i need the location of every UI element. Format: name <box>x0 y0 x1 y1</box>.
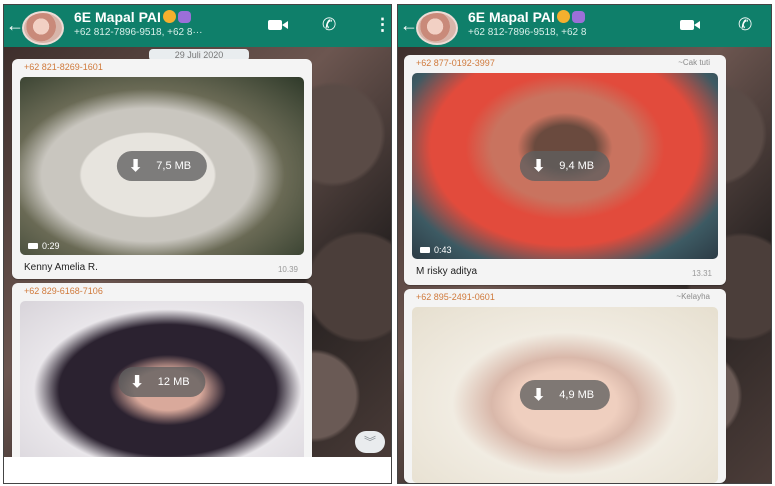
participants-list: +62 812-7896-9518, +62 8··· <box>74 27 203 38</box>
phone-icon[interactable]: ✆ <box>738 15 752 35</box>
kebab-menu-icon[interactable]: ⋮ <box>374 15 391 35</box>
chat-header: ← 6E Mapal PAI +62 812-7896-9518, +62 8·… <box>4 5 391 47</box>
purple-heart-emoji-icon <box>571 11 585 23</box>
chat-header: ← 6E Mapal PAI +62 812-7896-9518, +62 8 … <box>398 5 771 47</box>
chat-title[interactable]: 6E Mapal PAI +62 812-7896-9518, +62 8 <box>468 9 586 39</box>
video-thumbnail[interactable]: ⬇ 9,4 MB 0:43 <box>412 73 718 259</box>
phone-icon[interactable]: ✆ <box>322 15 336 35</box>
file-size: 12 MB <box>157 376 190 388</box>
bottom-strip <box>4 457 391 483</box>
smiley-emoji-icon <box>162 10 176 23</box>
purple-heart-emoji-icon <box>177 11 191 23</box>
chat-screenshot-left: ← 6E Mapal PAI +62 812-7896-9518, +62 8·… <box>3 4 392 484</box>
chat-title[interactable]: 6E Mapal PAI +62 812-7896-9518, +62 8··· <box>74 9 202 39</box>
message-time: 13.31 <box>691 269 712 278</box>
group-name: 6E Mapal PAI <box>468 9 555 25</box>
download-button[interactable]: ⬇ 4,9 MB <box>519 380 611 410</box>
video-duration: 0:29 <box>28 241 60 251</box>
video-message: +62 877-0192-3997 ~Cak tuti ⬇ 9,4 MB 0:4… <box>404 55 726 285</box>
sender-phone: +62 877-0192-3997 <box>416 58 495 68</box>
video-thumbnail[interactable]: ⬇ 12 MB <box>20 301 304 463</box>
message-caption: M risky aditya <box>416 266 478 277</box>
sender-name: ~Cak tuti <box>678 58 710 67</box>
download-button[interactable]: ⬇ 7,5 MB <box>116 151 208 181</box>
smiley-emoji-icon <box>556 10 570 23</box>
chevron-double-down-icon[interactable]: ︾ <box>355 431 385 453</box>
video-duration: 0:43 <box>420 245 452 255</box>
download-button[interactable]: ⬇ 9,4 MB <box>519 151 611 181</box>
video-thumbnail[interactable]: ⬇ 7,5 MB 0:29 <box>20 77 304 255</box>
chat-screenshot-right: ← 6E Mapal PAI +62 812-7896-9518, +62 8 … <box>397 4 772 484</box>
download-arrow-icon: ⬇ <box>531 158 546 175</box>
message-caption: Kenny Amelia R. <box>24 262 98 273</box>
video-message: +62 829-6168-7106 ⬇ 12 MB <box>12 283 312 463</box>
video-message: +62 895-2491-0601 ~Kelayha ⬇ 4,9 MB <box>404 289 726 483</box>
download-arrow-icon: ⬇ <box>130 374 144 391</box>
sender-phone: +62 829-6168-7106 <box>24 286 103 296</box>
video-thumbnail[interactable]: ⬇ 4,9 MB <box>412 307 718 483</box>
video-message: +62 821-8269-1601 ⬇ 7,5 MB 0:29 Kenny Am… <box>12 59 312 279</box>
group-avatar[interactable] <box>416 11 458 45</box>
download-arrow-icon: ⬇ <box>128 158 143 175</box>
sender-phone: +62 895-2491-0601 <box>416 292 495 302</box>
sender-name: ~Kelayha <box>676 292 710 301</box>
video-camera-icon <box>420 247 430 253</box>
download-button[interactable]: ⬇ 12 MB <box>118 367 206 397</box>
file-size: 4,9 MB <box>559 389 595 401</box>
file-size: 7,5 MB <box>156 160 192 172</box>
group-avatar[interactable] <box>22 11 64 45</box>
message-time: 10.39 <box>277 265 298 274</box>
download-arrow-icon: ⬇ <box>531 387 546 404</box>
video-camera-icon[interactable] <box>268 20 282 30</box>
video-camera-icon <box>28 243 38 249</box>
sender-phone: +62 821-8269-1601 <box>24 62 103 72</box>
video-camera-icon[interactable] <box>680 20 694 30</box>
file-size: 9,4 MB <box>559 160 595 172</box>
group-name: 6E Mapal PAI <box>74 9 161 25</box>
participants-list: +62 812-7896-9518, +62 8 <box>468 27 587 38</box>
